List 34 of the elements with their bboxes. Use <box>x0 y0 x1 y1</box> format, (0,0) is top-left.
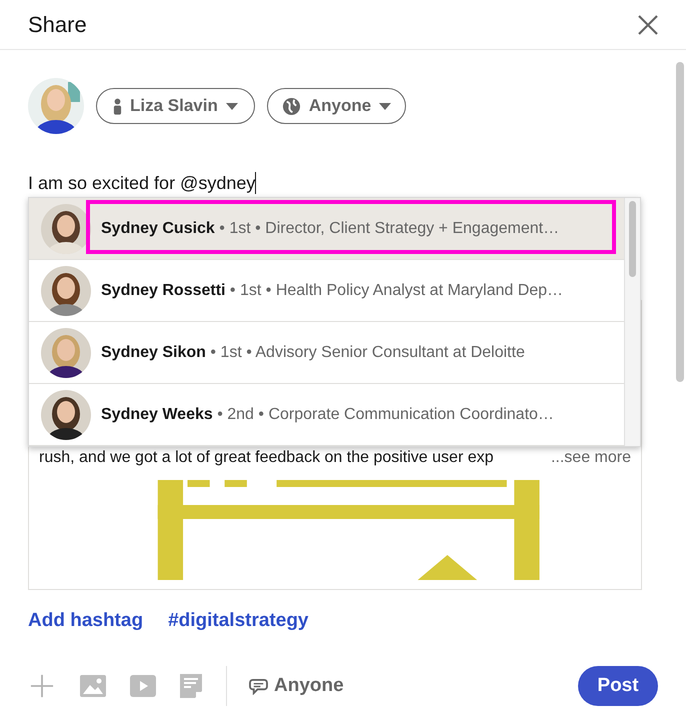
caret-icon <box>226 102 238 110</box>
window-title: Share <box>28 11 87 39</box>
suggestion-text: Sydney Weeks • 2nd • Corporate Communication Coordinato… <box>101 404 554 424</box>
suggestion-text: Sydney Cusick • 1st • Director, Client Strategy + Engagement… <box>101 218 560 238</box>
comment-audience-button[interactable]: Anyone <box>249 672 344 700</box>
hashtag-link[interactable]: #digitalstrategy <box>168 607 308 636</box>
audience-dropdown[interactable]: Anyone <box>266 88 406 124</box>
post-text: rush, and we got a lot of great feedback on the positive user exp <box>39 448 494 468</box>
suggestion-item[interactable]: Sydney Weeks • 2nd • Corporate Communication Coordinato… <box>29 384 624 446</box>
scrollbar[interactable] <box>629 201 636 277</box>
suggestion-text: Sydney Sikon • 1st • Advisory Senior Consultant at Deloitte <box>101 342 525 362</box>
avatar <box>41 204 91 254</box>
globe-icon <box>282 96 301 116</box>
avatar <box>41 390 91 440</box>
image-icon[interactable] <box>80 675 106 697</box>
document-icon[interactable] <box>180 674 202 698</box>
speech-bubble-icon <box>249 678 268 694</box>
post-button[interactable]: Post <box>578 666 658 706</box>
avatar <box>41 266 91 316</box>
scrollbar[interactable] <box>676 62 684 382</box>
suggestion-text: Sydney Rossetti • 1st • Health Policy Analyst at Maryland Dep… <box>101 280 564 300</box>
suggestion-item[interactable]: Sydney Rossetti • 1st • Health Policy Analyst at Maryland Dep… <box>29 260 624 322</box>
post-input[interactable]: I am so excited for @sydney <box>28 170 642 196</box>
video-icon[interactable] <box>130 675 156 697</box>
suggestion-item[interactable]: Sydney Cusick • 1st • Director, Client Strategy + Engagement… <box>29 198 624 260</box>
caret-icon <box>379 102 392 110</box>
close-icon[interactable] <box>636 12 660 36</box>
avatar <box>41 328 91 378</box>
see-more-link[interactable]: ...see more <box>550 446 631 470</box>
suggestion-item[interactable]: Sydney Sikon • 1st • Advisory Senior Consultant at Deloitte <box>29 322 624 384</box>
person-icon <box>113 98 122 114</box>
hashtag-link[interactable]: Add hashtag <box>28 607 144 636</box>
author-dropdown[interactable]: Liza Slavin <box>96 88 255 124</box>
plus-icon[interactable] <box>30 674 54 698</box>
